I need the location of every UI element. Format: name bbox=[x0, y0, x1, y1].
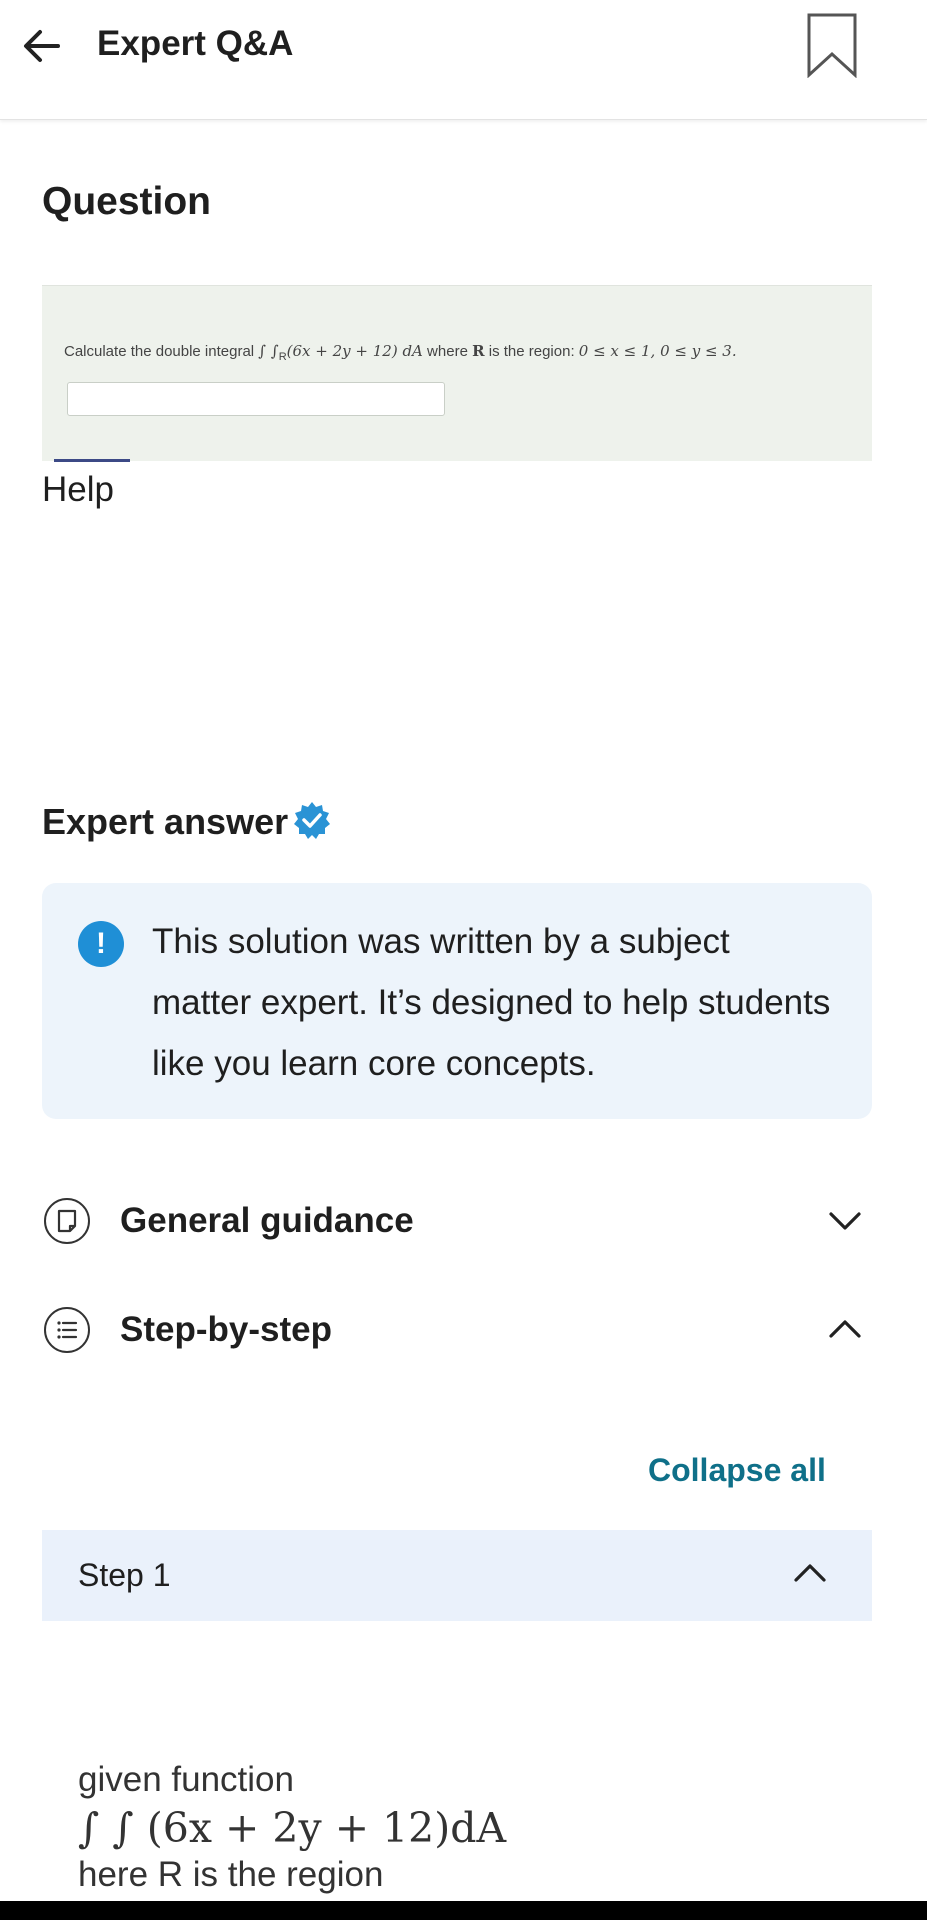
arrow-left-icon[interactable] bbox=[18, 22, 66, 70]
step-1-header[interactable]: Step 1 bbox=[42, 1530, 872, 1621]
solution-text: here R is the region bbox=[78, 1855, 384, 1894]
list-icon bbox=[44, 1307, 90, 1353]
answer-input-box bbox=[67, 382, 445, 416]
question-text: Calculate the double integral ∫ ∫R(6x + … bbox=[64, 342, 737, 363]
page-title: Expert Q&A bbox=[97, 24, 294, 63]
help-underline bbox=[54, 459, 130, 462]
bookmark-icon[interactable] bbox=[806, 12, 858, 78]
guidance-doc-icon bbox=[44, 1198, 90, 1244]
question-heading: Question bbox=[42, 180, 212, 223]
step-by-step-row[interactable]: Step-by-step bbox=[42, 1300, 872, 1360]
chevron-down-icon[interactable] bbox=[827, 1205, 863, 1235]
solution-formula: ∫ ∫ (6x + 2y + 12)dA bbox=[78, 1804, 507, 1852]
collapse-all-button[interactable]: Collapse all bbox=[648, 1452, 826, 1489]
step-by-step-label: Step-by-step bbox=[120, 1310, 332, 1349]
verified-badge-icon bbox=[294, 802, 330, 839]
app-header: Expert Q&A bbox=[0, 0, 927, 120]
info-exclamation-icon: ! bbox=[78, 921, 124, 967]
help-link[interactable]: Help bbox=[42, 470, 114, 510]
solution-text: given function bbox=[78, 1760, 294, 1799]
chevron-up-icon[interactable] bbox=[792, 1558, 828, 1588]
question-image: Calculate the double integral ∫ ∫R(6x + … bbox=[42, 285, 872, 461]
chevron-up-icon[interactable] bbox=[827, 1314, 863, 1344]
general-guidance-row[interactable]: General guidance bbox=[42, 1191, 872, 1251]
step-label: Step 1 bbox=[78, 1557, 171, 1593]
notice-text: This solution was written by a subject m… bbox=[152, 922, 831, 1083]
expert-notice: ! This solution was written by a subject… bbox=[42, 883, 872, 1119]
expert-answer-heading: Expert answer bbox=[42, 801, 289, 842]
general-guidance-label: General guidance bbox=[120, 1201, 414, 1240]
bottom-bar bbox=[0, 1901, 927, 1920]
